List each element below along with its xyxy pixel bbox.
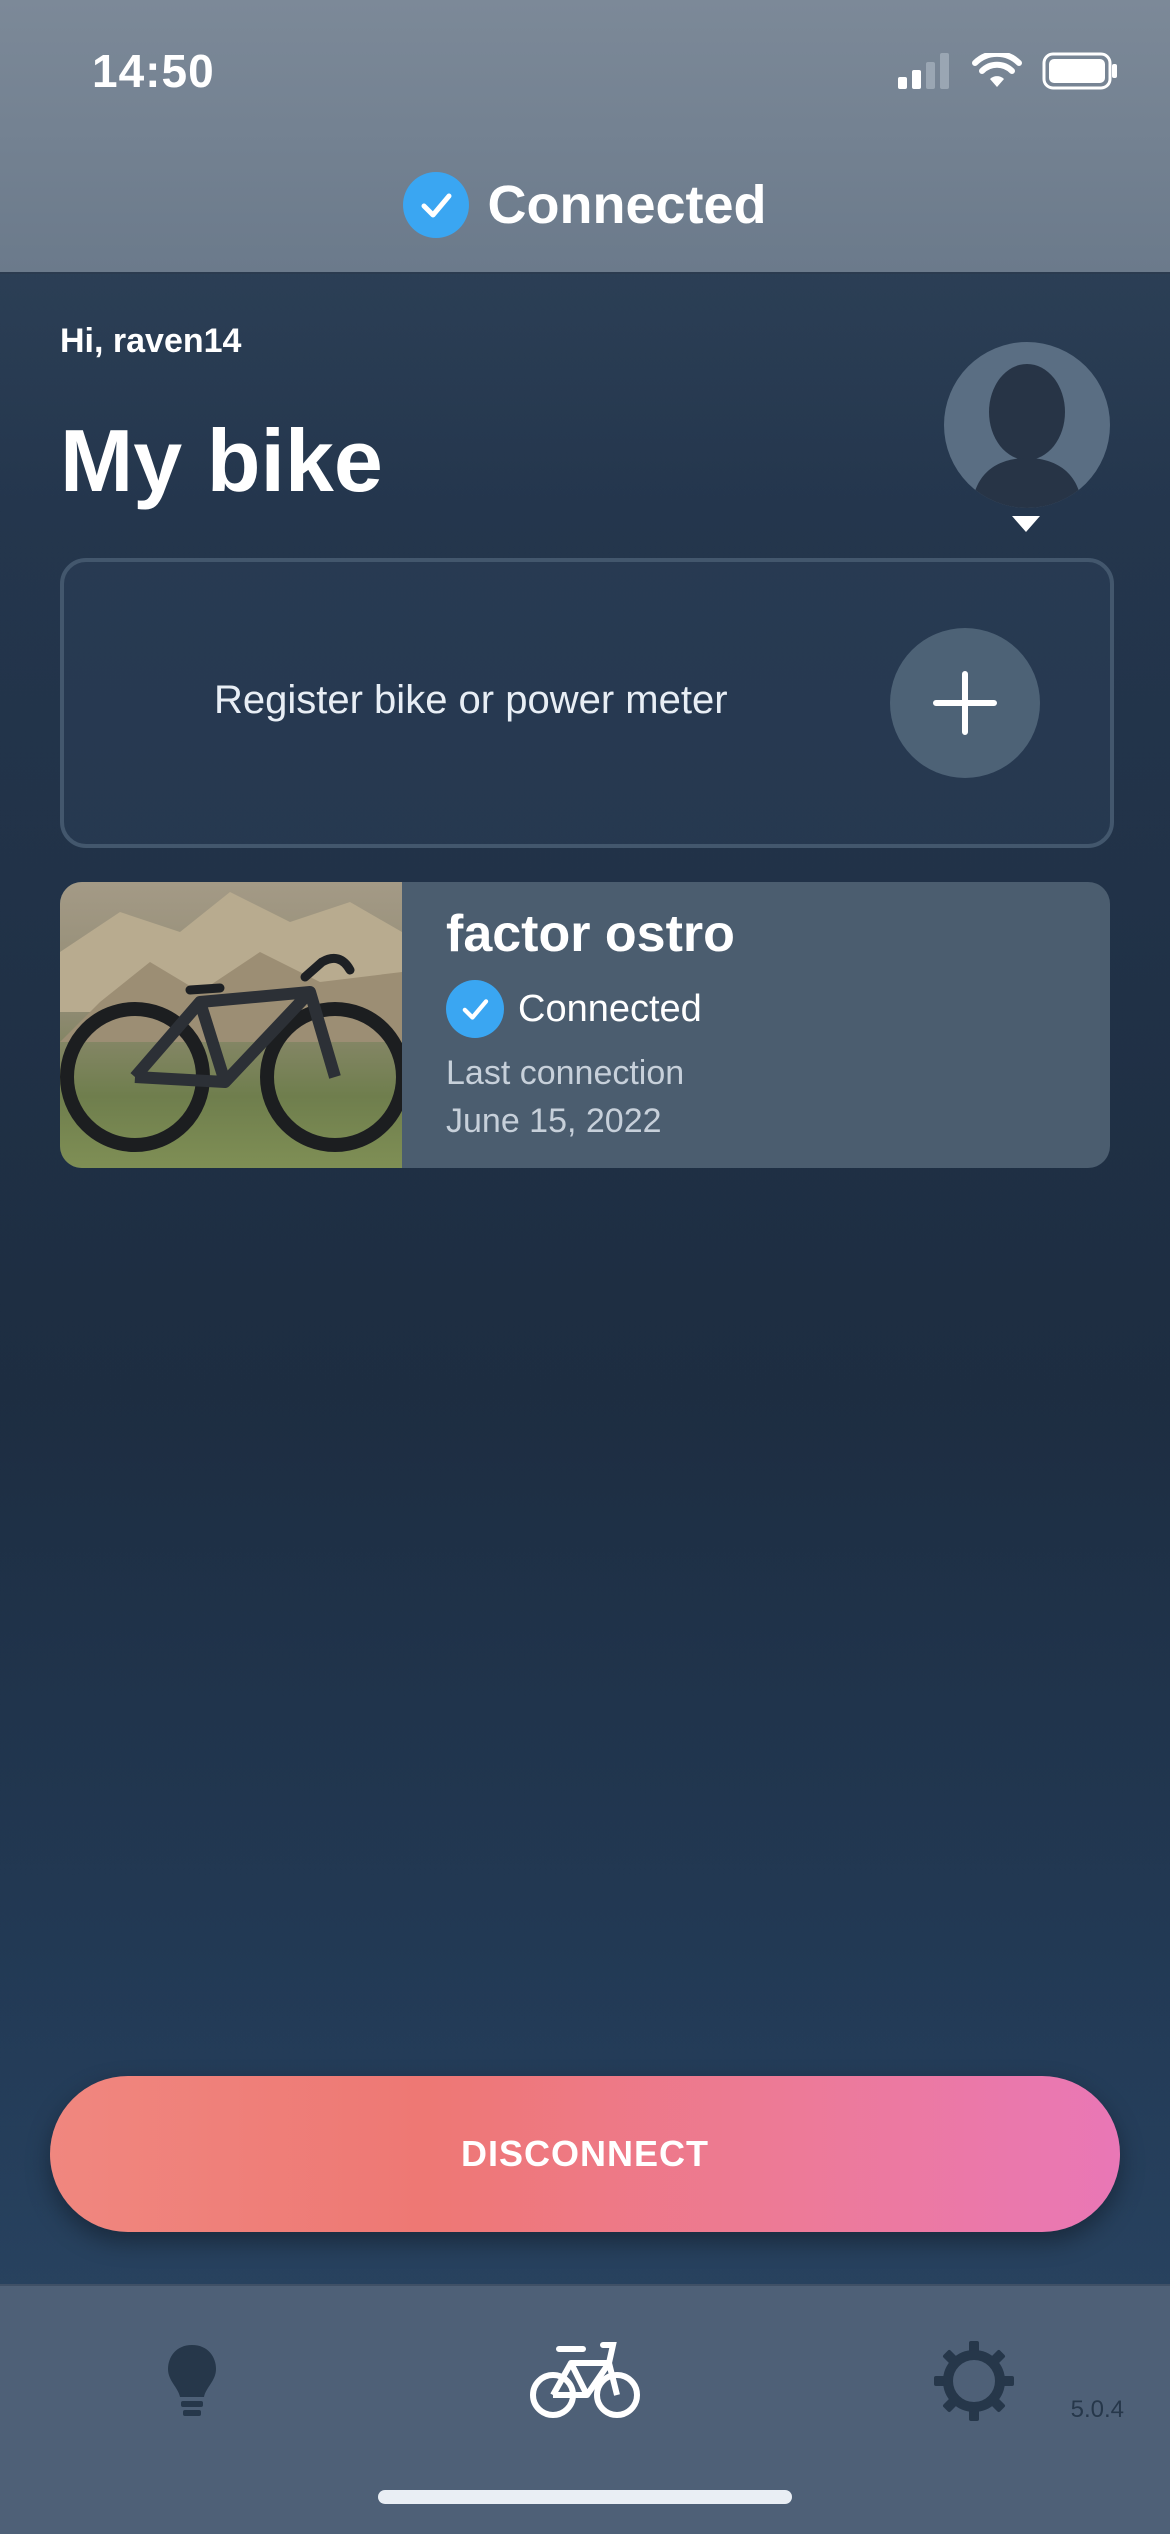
gear-icon [934, 2341, 1014, 2421]
signal-icon [898, 53, 949, 89]
disconnect-button[interactable]: DISCONNECT [50, 2076, 1120, 2232]
add-bike-button[interactable] [890, 628, 1040, 778]
app-version: 5.0.4 [1070, 2396, 1124, 2423]
bike-status: Connected [446, 980, 702, 1038]
bike-card[interactable]: factor ostro Connected Last connection J… [60, 882, 1110, 1168]
connection-header: Connected [0, 172, 1170, 238]
bicycle-icon [530, 2342, 640, 2418]
status-time: 14:50 [92, 45, 215, 97]
status-icons [898, 52, 1118, 90]
checkmark-icon [446, 980, 504, 1038]
tab-settings[interactable] [904, 2326, 1044, 2436]
greeting: Hi, raven14 [60, 322, 242, 360]
home-indicator[interactable] [378, 2490, 792, 2504]
page-title: My bike [60, 411, 383, 510]
plus-icon [933, 671, 997, 735]
wifi-icon [972, 53, 1022, 87]
top-bar: 14:50 Connected [0, 0, 1170, 274]
status-bar: 14:50 [0, 0, 1170, 150]
bike-photo [60, 882, 410, 1168]
register-label: Register bike or power meter [214, 678, 728, 722]
checkmark-icon [403, 172, 470, 238]
battery-icon [1042, 52, 1117, 90]
last-connection-date: June 15, 2022 [446, 1102, 662, 1140]
lightbulb-icon [168, 2345, 216, 2416]
caret-down-icon[interactable] [1012, 516, 1040, 532]
profile-avatar[interactable] [944, 342, 1110, 508]
user-silhouette-icon [972, 364, 1082, 508]
tab-my-bike[interactable] [515, 2326, 655, 2436]
register-card[interactable]: Register bike or power meter [60, 558, 1114, 848]
last-connection-label: Last connection [446, 1054, 685, 1092]
tab-tips[interactable] [122, 2326, 262, 2436]
connection-status-label: Connected [487, 175, 767, 235]
bike-name: factor ostro [446, 905, 735, 963]
bike-status-label: Connected [518, 987, 702, 1030]
